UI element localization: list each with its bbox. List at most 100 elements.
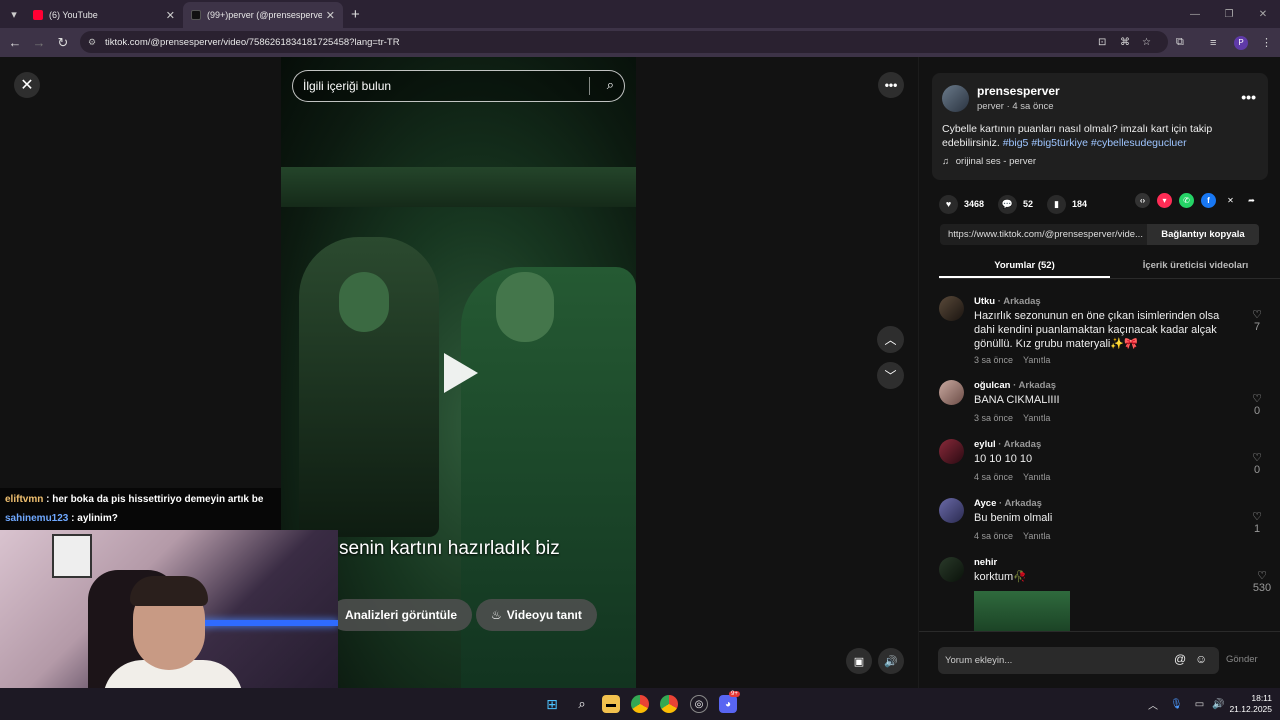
save-button[interactable]: ▮ [1047,194,1067,214]
commenter-name[interactable]: oğulcan · Arkadaş [974,380,1056,391]
embed-icon[interactable]: ‹› [1135,193,1150,208]
commenter-name[interactable]: Ayce · Arkadaş [974,498,1042,509]
hashtag[interactable]: #cybellesudegucluer [1091,137,1187,149]
start-icon[interactable]: ⊞ [543,695,561,713]
site-info-icon[interactable]: ⚙ [88,37,102,48]
address-bar[interactable]: ⚙ tiktok.com/@prensesperver/video/758626… [80,31,1168,53]
more-options-button[interactable]: ••• [878,72,904,98]
bookmark-icon: ▮ [1054,198,1060,209]
network-icon[interactable]: ▭ [1195,699,1204,710]
reply-link[interactable]: Yanıtla [1023,355,1050,365]
repost-icon[interactable]: ▾ [1157,193,1172,208]
comment-button[interactable]: 💬 [998,194,1018,214]
commenter-avatar[interactable] [939,296,964,321]
comment-like-count: 1 [1253,523,1261,535]
comment-like[interactable]: ♡ 530 [1245,569,1279,594]
obs-icon[interactable]: ◎ [690,695,708,713]
microphone-icon[interactable]: 🎙 [1170,699,1183,710]
bookmark-star-icon[interactable]: ☆ [1142,31,1151,53]
install-app-icon[interactable]: ⊡ [1098,31,1106,53]
copy-link-button[interactable]: Bağlantıyı kopyala [1147,224,1259,245]
comment-text: Bu benim olmali [974,512,1053,524]
more-icon[interactable]: ••• [1241,89,1256,105]
commenter-avatar[interactable] [939,557,964,582]
chrome-profile-icon[interactable] [660,695,678,713]
next-video-button[interactable]: ﹀ [877,362,904,389]
chrome-icon[interactable] [631,695,649,713]
like-button[interactable]: ♥ [939,194,958,214]
tab-search-icon[interactable]: ▾ [3,3,25,25]
volume-tray-icon[interactable]: 🔊 [1212,699,1224,710]
comment-like[interactable]: ♡ 7 [1245,308,1269,333]
menu-icon[interactable]: ⋮ [1261,28,1272,57]
play-icon[interactable] [444,353,478,393]
author-name[interactable]: prensesperver [977,84,1060,98]
mention-icon[interactable]: @ [1174,652,1186,666]
hashtag[interactable]: #big5türkiye [1031,137,1088,149]
close-window-icon[interactable]: ✕ [1246,9,1280,20]
volume-button[interactable]: 🔊 [878,648,904,674]
url-text: tiktok.com/@prensesperver/video/75862618… [105,36,400,48]
reply-link[interactable]: Yanıtla [1023,413,1050,423]
previous-video-button[interactable]: ︿ [877,326,904,353]
sound-link[interactable]: ♫ orijinal ses - perver [942,156,1036,167]
search-icon[interactable]: ⌕ [607,77,614,93]
comment-input[interactable]: Yorum ekleyin... @ ☺ [938,647,1219,674]
chevron-up-icon: ︿ [884,333,897,347]
translate-icon[interactable]: ⌘ [1120,31,1130,53]
share-icon[interactable]: ➦ [1244,193,1259,208]
close-icon: ✕ [20,77,34,94]
comment-like[interactable]: ♡ 1 [1245,510,1269,535]
clock[interactable]: 18:11 21.12.2025 [1229,693,1272,715]
chat-message: eliftvmn : her boka da pis hissettiriyo … [5,494,263,505]
author-avatar[interactable] [942,85,969,112]
comment-time: 4 sa önce [974,531,1014,541]
commenter-username: Utku [974,296,996,307]
x-icon[interactable]: ✕ [1223,193,1238,208]
comment-image[interactable] [974,591,1070,633]
minimize-icon[interactable]: — [1178,9,1212,20]
comment-like[interactable]: ♡ 0 [1245,451,1269,476]
pip-button[interactable]: ▣ [846,648,872,674]
restore-icon[interactable]: ❐ [1212,9,1246,20]
facebook-icon[interactable]: f [1201,193,1216,208]
commenter-name[interactable]: Utku · Arkadaş [974,296,1041,307]
discord-icon[interactable]: ◕ [719,695,737,713]
back-icon[interactable]: ← [3,35,27,50]
forward-icon[interactable]: → [27,35,51,50]
commenter-avatar[interactable] [939,498,964,523]
profile-avatar[interactable]: P [1234,28,1248,57]
post-link[interactable]: https://www.tiktok.com/@prensesperver/vi… [940,229,1147,240]
new-tab-button[interactable]: + [351,6,360,23]
hashtag[interactable]: #big5 [1003,137,1029,149]
search-icon[interactable]: ⌕ [573,695,591,713]
file-explorer-icon[interactable]: ▬ [602,695,620,713]
clock-time: 18:11 [1251,693,1272,703]
tab-tiktok[interactable]: (99+)perver (@prensesperver) | ✕ [183,2,343,28]
commenter-avatar[interactable] [939,380,964,405]
tab-creator-videos[interactable]: İçerik üreticisi videoları [1110,255,1280,278]
close-tab-icon[interactable]: ✕ [166,9,175,22]
analytics-button[interactable]: Analizleri görüntüle [330,599,473,631]
media-controls-icon[interactable]: ≡ [1210,28,1216,57]
commenter-avatar[interactable] [939,439,964,464]
taskbar: ⊞ ⌕ ▬ ◎ ◕ 9+ ︿ 🎙 ▭ 🔊 18:11 21.12.2025 [0,688,1280,720]
commenter-name[interactable]: eylul · Arkadaş [974,439,1041,450]
extensions-icon[interactable]: ⧉ [1176,28,1184,57]
reply-link[interactable]: Yanıtla [1023,531,1050,541]
send-button[interactable]: Gönder [1226,654,1258,665]
close-video-button[interactable]: ✕ [14,72,40,98]
commenter-name[interactable]: nehir [974,557,997,568]
related-search-input[interactable]: İlgili içeriği bulun ⌕ [292,70,625,102]
emoji-icon[interactable]: ☺ [1195,652,1207,666]
whatsapp-icon[interactable]: ✆ [1179,193,1194,208]
tab-comments[interactable]: Yorumlar (52) [939,255,1110,278]
reply-link[interactable]: Yanıtla [1023,472,1050,482]
tray-overflow-icon[interactable]: ︿ [1148,697,1158,712]
search-divider [589,77,590,95]
promote-button[interactable]: ♨ Videoyu tanıt [476,599,597,631]
close-tab-icon[interactable]: ✕ [326,9,335,22]
tab-youtube[interactable]: (6) YouTube ✕ [25,2,183,28]
reload-icon[interactable]: ↻ [51,35,75,51]
comment-like[interactable]: ♡ 0 [1245,392,1269,417]
